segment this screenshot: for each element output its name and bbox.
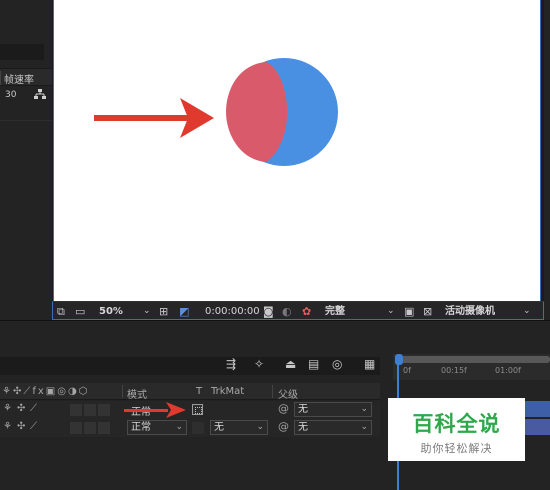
resolution-dropdown[interactable]: 完整 (325, 305, 345, 318)
parent-dropdown[interactable]: 无 ⌄ (294, 420, 372, 435)
collapse-switch-icon[interactable]: ✣ (17, 403, 25, 414)
layer-column-header: ⚘✣⟋fx▣◎◑⬡ 模式 T TrkMat 父级 (0, 383, 380, 401)
zoom-dropdown[interactable]: 50% (99, 305, 123, 318)
always-preview-icon[interactable]: ⧉ (57, 305, 65, 318)
ruler-tick-label: 01:00f (495, 366, 521, 375)
trkmat-value: 无 (214, 422, 224, 433)
show-snapshot-icon[interactable]: ◐ (282, 305, 292, 318)
graph-editor-icon[interactable]: ▦ (364, 357, 375, 375)
quality-switch-icon[interactable]: ⟋ (30, 421, 37, 432)
snapshot-camera-icon[interactable]: ◙ (263, 305, 274, 318)
layer-mode-dropdown[interactable]: 正常 ⌄ (127, 420, 187, 435)
camera-dropdown[interactable]: 活动摄像机 (445, 305, 495, 318)
resolution-chevron-down-icon[interactable]: ⌄ (387, 305, 395, 318)
parent-column-label[interactable]: 父级 (278, 386, 298, 401)
column-separator (122, 385, 123, 398)
effect-switch[interactable] (70, 404, 82, 416)
chevron-down-icon: ⌄ (256, 422, 264, 432)
draft-3d-icon[interactable]: ✧ (254, 357, 264, 375)
frame-blending-icon[interactable]: ▤ (308, 357, 319, 375)
divider (0, 120, 52, 121)
watermark-title: 百科全说 (412, 412, 501, 436)
motion-blur-icon[interactable]: ◎ (332, 357, 342, 375)
chevron-down-icon: ⌄ (175, 422, 183, 432)
annotation-arrow (94, 98, 214, 138)
layer-switch-icons: ⚘✣⟋fx▣◎◑⬡ (2, 386, 90, 397)
quality-switch-icon[interactable]: ⟋ (30, 403, 37, 414)
chevron-down-icon: ⌄ (360, 422, 368, 432)
motion-blur-switch[interactable] (98, 404, 110, 416)
shy-layers-icon[interactable]: ⏏ (285, 357, 296, 375)
pick-whip-icon[interactable]: @ (278, 420, 289, 433)
parent-value: 无 (298, 422, 308, 433)
zoom-chevron-down-icon[interactable]: ⌄ (143, 305, 151, 318)
viewer-toolbar: ⧉ ▭ 50% ⌄ ⊞ ◩ 0:00:00:00 ◙ ◐ ✿ 完整 ⌄ ▣ ⊠ … (52, 301, 544, 320)
blend-switch[interactable] (84, 404, 96, 416)
collapse-switch-icon[interactable]: ✣ (17, 421, 25, 432)
ruler-tick-label: 0f (403, 366, 411, 375)
flowchart-icon[interactable] (34, 89, 46, 103)
composition-flowchart-icon[interactable]: ⇶ (226, 357, 236, 375)
preserve-transparency-checkbox[interactable] (192, 404, 203, 415)
project-column-header[interactable]: 帧速率 (0, 68, 52, 86)
ruler-tick-label: 00:15f (441, 366, 467, 375)
parent-value: 无 (298, 404, 308, 415)
region-of-interest-icon[interactable]: ⊞ (159, 305, 168, 318)
trkmat-column-label[interactable]: TrkMat (211, 386, 244, 397)
preserve-transparency-checkbox[interactable] (192, 422, 204, 434)
layer-duration-bar[interactable] (524, 401, 550, 417)
current-timecode[interactable]: 0:00:00:00 (205, 305, 260, 318)
shy-switch-icon[interactable]: ⚘ (3, 421, 12, 432)
mode-value: 正常 (131, 422, 151, 433)
time-ruler[interactable]: 0f 00:15f 01:00f (393, 354, 550, 380)
monitor-icon[interactable]: ▭ (75, 305, 85, 318)
work-area-bar[interactable] (395, 356, 550, 363)
color-channels-icon[interactable]: ✿ (302, 305, 311, 318)
chevron-down-icon: ⌄ (360, 404, 368, 414)
frame-rate-value: 30 (5, 90, 17, 100)
layer-row[interactable]: ⚘ ✣ ⟋ 正常 ⌄ 无 ⌄ @ 无 ⌄ (0, 419, 380, 437)
red-shape-layer[interactable] (226, 62, 288, 162)
mode-column-label[interactable]: 模式 (127, 386, 147, 401)
effect-switch[interactable] (70, 422, 82, 434)
composition-viewer: ⧉ ▭ 50% ⌄ ⊞ ◩ 0:00:00:00 ◙ ◐ ✿ 完整 ⌄ ▣ ⊠ … (52, 0, 544, 320)
project-item-row[interactable]: 30 (0, 86, 52, 106)
timeline-search-bar[interactable] (0, 357, 380, 375)
panel-edge (544, 0, 550, 320)
composition-canvas[interactable] (53, 0, 541, 301)
fast-preview-icon[interactable]: ▣ (404, 305, 414, 318)
pick-whip-icon[interactable]: @ (278, 402, 289, 415)
toggle-transparency-icon[interactable]: ⊠ (423, 305, 432, 318)
t-column-label[interactable]: T (196, 386, 202, 397)
project-panel: 帧速率 30 (0, 0, 52, 320)
transparency-grid-icon[interactable]: ◩ (179, 305, 189, 318)
annotation-arrow-head (166, 402, 186, 418)
column-separator (0, 71, 1, 85)
parent-dropdown[interactable]: 无 ⌄ (294, 402, 372, 417)
layer-duration-bar[interactable] (524, 419, 550, 435)
watermark-logo: 百科全说 助你轻松解决 (388, 398, 525, 461)
camera-chevron-down-icon[interactable]: ⌄ (523, 305, 531, 318)
layer-row[interactable]: ⚘ ✣ ⟋ 正常 @ 无 ⌄ (0, 401, 380, 419)
project-search-bar[interactable] (0, 44, 44, 60)
column-separator (272, 385, 273, 398)
watermark-subtitle: 助你轻松解决 (420, 442, 493, 455)
shy-switch-icon[interactable]: ⚘ (3, 403, 12, 414)
trkmat-dropdown[interactable]: 无 ⌄ (210, 420, 268, 435)
motion-blur-switch[interactable] (98, 422, 110, 434)
annotation-arrow-shaft (124, 409, 168, 412)
frame-rate-column-label: 帧速率 (4, 75, 34, 86)
blend-switch[interactable] (84, 422, 96, 434)
